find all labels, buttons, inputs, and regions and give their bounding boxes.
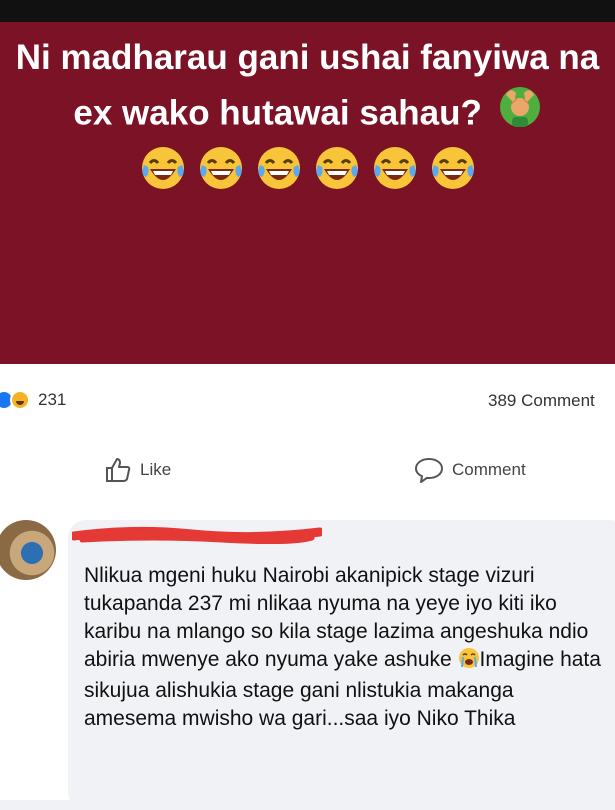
comment-count-link[interactable]: 389 Comment <box>488 391 595 411</box>
reaction-summary[interactable]: 231 <box>0 390 66 410</box>
laughing-tears-icon <box>431 147 474 189</box>
comment-label: Comment <box>452 460 526 479</box>
comment-text: Nlikua mgeni huku Nairobi akanipick stag… <box>84 562 604 733</box>
commenter-avatar[interactable] <box>0 520 56 580</box>
post-actions-bar: Like Comment <box>0 436 615 505</box>
reaction-count: 231 <box>38 390 67 409</box>
laughing-tears-icon <box>199 147 242 189</box>
haha-reaction-icon <box>10 390 30 410</box>
laughing-emoji-row <box>140 145 476 191</box>
post-stats-bar: 231 389 Comment <box>0 364 615 437</box>
laughing-tears-icon <box>141 147 184 189</box>
laughing-tears-icon <box>373 147 416 189</box>
comment-bubble-icon <box>415 458 443 483</box>
laughing-tears-icon <box>257 147 300 189</box>
top-bar <box>0 0 615 22</box>
person-gesturing-ok-icon <box>498 85 542 145</box>
thumbs-up-icon <box>106 458 131 482</box>
like-button[interactable]: Like <box>104 456 171 484</box>
redacted-name-scribble <box>72 526 322 544</box>
comment-section: Nlikua mgeni huku Nairobi akanipick stag… <box>0 504 615 810</box>
comment-button[interactable]: Comment <box>414 456 526 484</box>
like-label: Like <box>140 460 172 479</box>
laughing-tears-icon <box>315 147 358 189</box>
post-banner: Ni madharau gani ushai fanyiwa na ex wak… <box>0 22 615 364</box>
crying-face-icon <box>458 647 480 677</box>
